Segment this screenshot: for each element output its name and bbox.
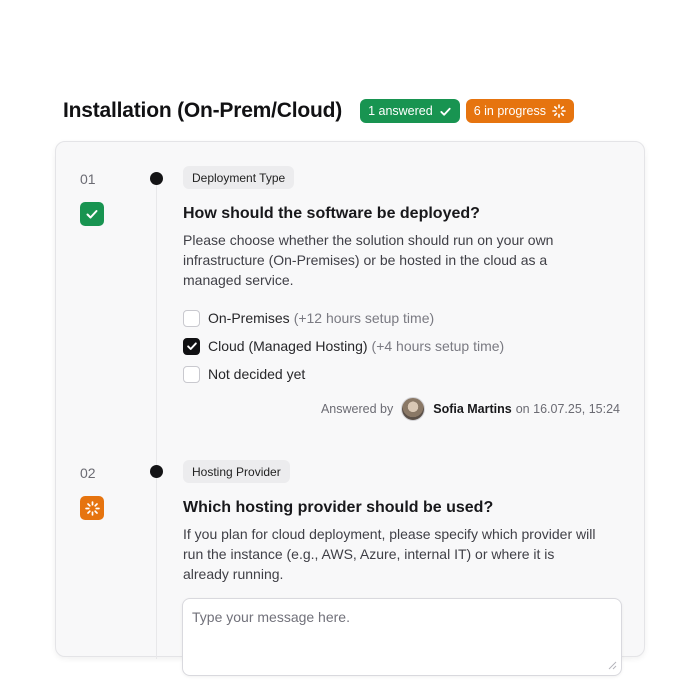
page-header: Installation (On-Prem/Cloud) 1 answered …: [63, 97, 580, 125]
in-progress-status-icon: [80, 496, 104, 520]
answerer-name[interactable]: Sofia Martins: [433, 402, 512, 416]
option-cloud[interactable]: Cloud (Managed Hosting) (+4 hours setup …: [183, 337, 504, 355]
avatar[interactable]: [401, 397, 426, 421]
question-description: If you plan for cloud deployment, please…: [183, 526, 596, 582]
option-note: (+4 hours setup time): [371, 338, 505, 354]
in-progress-badge-label: 6 in progress: [473, 104, 546, 118]
in-progress-badge[interactable]: 6 in progress: [465, 99, 574, 123]
answered-badge[interactable]: 1 answered: [360, 99, 460, 123]
option-on-premises[interactable]: On-Premises (+12 hours setup time): [183, 309, 434, 327]
spinner-icon: [552, 104, 566, 118]
question-title: Which hosting provider should be used?: [183, 499, 494, 516]
option-not-decided[interactable]: Not decided yet: [183, 365, 305, 383]
page-title: Installation (On-Prem/Cloud): [63, 99, 343, 122]
answered-status-icon: [80, 202, 104, 226]
timeline-line: [156, 179, 157, 659]
check-icon: [186, 342, 197, 350]
question-description: Please choose whether the solution shoul…: [183, 232, 554, 288]
question-tag: Deployment Type: [183, 166, 295, 189]
option-label: On-Premises: [208, 310, 290, 326]
resize-handle-icon[interactable]: [607, 660, 617, 670]
message-input[interactable]: [182, 598, 622, 676]
questionnaire-card: 01 Deployment Type How should the softwa…: [55, 141, 645, 659]
spinner-icon: [84, 500, 100, 516]
question-number: 02: [80, 465, 96, 481]
checkbox-checked[interactable]: [183, 337, 200, 355]
answered-badge-label: 1 answered: [368, 104, 433, 118]
option-note: (+12 hours setup time): [293, 310, 435, 326]
check-icon: [439, 105, 452, 118]
option-label: Not decided yet: [208, 366, 306, 382]
check-icon: [86, 210, 98, 219]
timeline-dot: [150, 172, 163, 185]
option-label: Cloud (Managed Hosting): [208, 338, 368, 354]
answered-by-prefix: Answered by: [320, 402, 394, 416]
answered-date: on 16.07.25, 15:24: [515, 402, 620, 416]
question-title: How should the software be deployed?: [183, 205, 480, 222]
question-tag: Hosting Provider: [183, 460, 290, 483]
question-number: 01: [80, 171, 96, 187]
checkbox[interactable]: [183, 365, 200, 383]
timeline-dot: [150, 465, 163, 478]
answered-by-info: Answered by Sofia Martins on 16.07.25, 1…: [321, 397, 620, 421]
checkbox[interactable]: [183, 309, 200, 327]
